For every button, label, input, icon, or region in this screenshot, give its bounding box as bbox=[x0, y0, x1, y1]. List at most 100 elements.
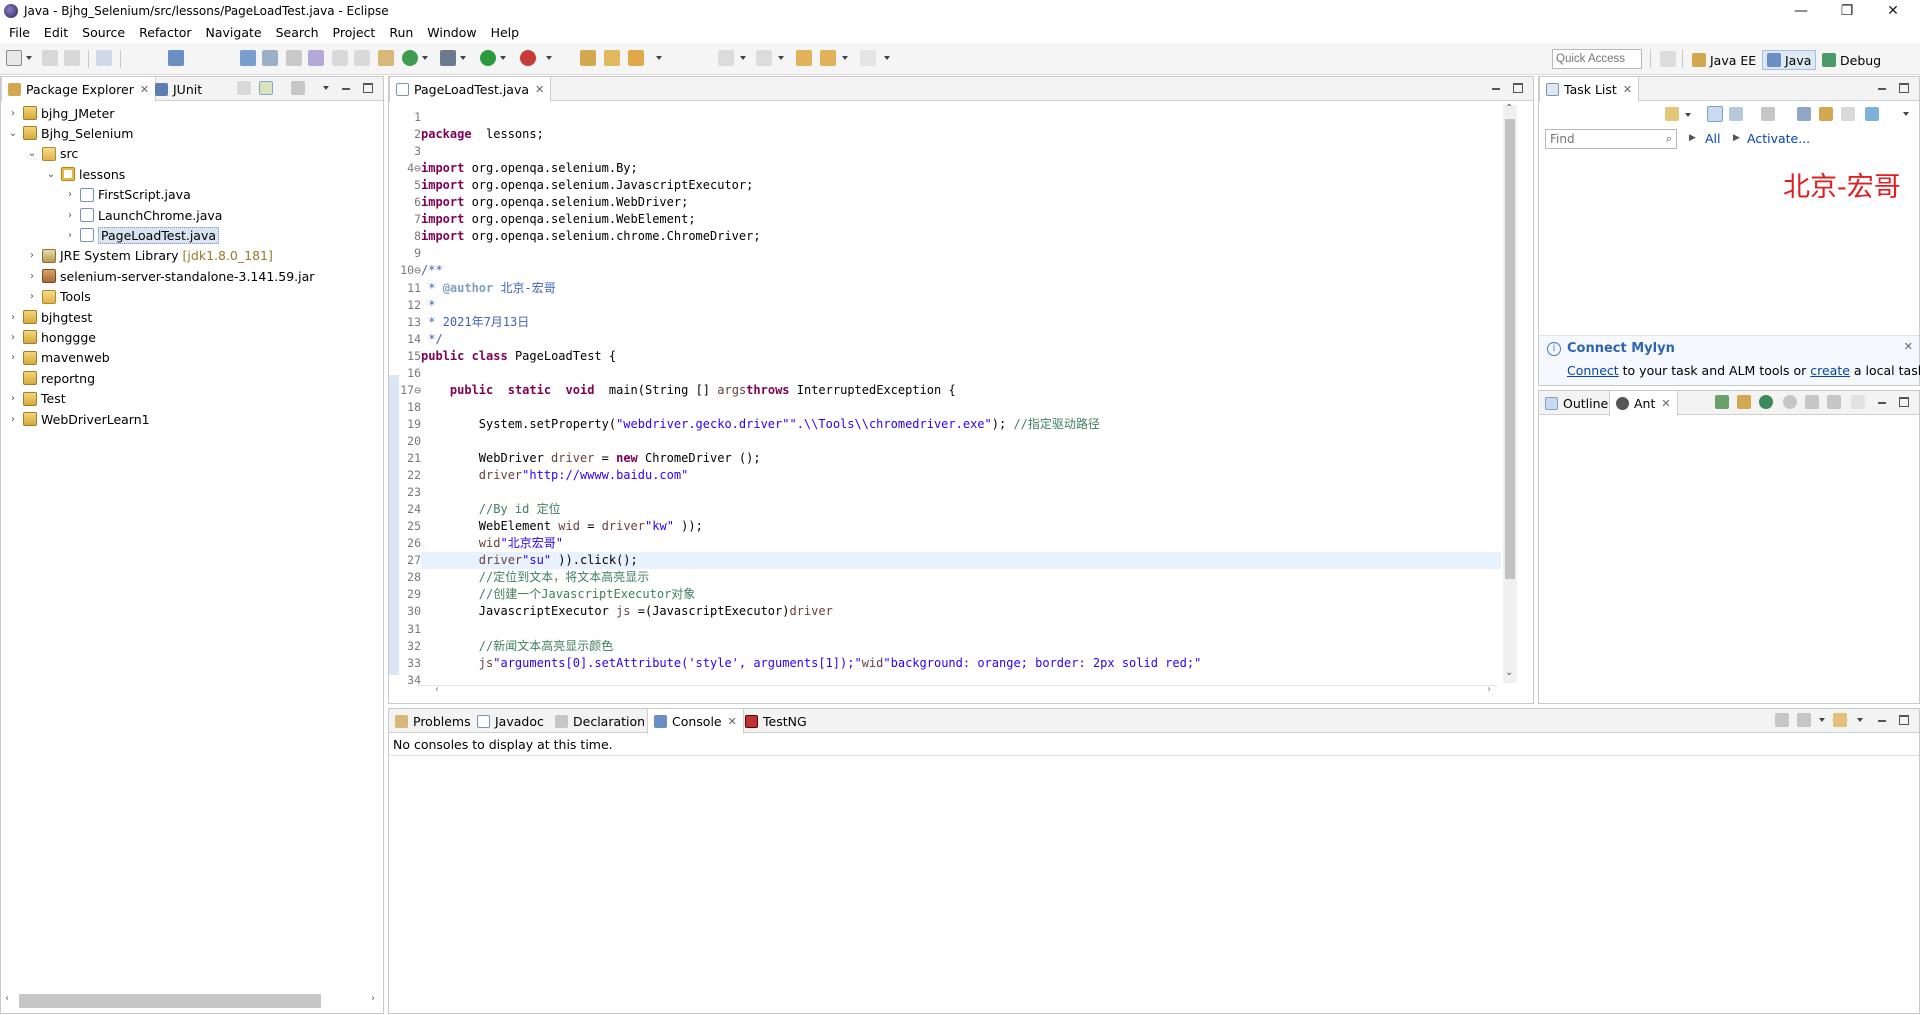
tab-task-list[interactable]: Task List ✕ bbox=[1539, 77, 1640, 102]
run-target-icon[interactable] bbox=[1783, 395, 1797, 409]
collapsed-chevron-icon[interactable]: › bbox=[26, 271, 38, 282]
minimize-view-icon[interactable] bbox=[1877, 397, 1887, 407]
tab-console[interactable]: Console ✕ bbox=[647, 709, 744, 734]
scheduled-icon[interactable] bbox=[1729, 107, 1743, 121]
close-tab-icon[interactable]: ✕ bbox=[728, 715, 737, 728]
scroll-up-icon[interactable]: ⌃ bbox=[1505, 103, 1513, 114]
find-box[interactable]: ⌕ bbox=[1545, 129, 1677, 149]
perspective-java[interactable]: Java bbox=[1762, 50, 1817, 70]
tab-testng[interactable]: TestNG bbox=[739, 709, 813, 733]
save-icon[interactable] bbox=[42, 50, 58, 66]
menu-source[interactable]: Source bbox=[75, 25, 132, 40]
link-with-editor-icon[interactable] bbox=[259, 81, 273, 95]
tree-item[interactable]: › bjhg_JMeter bbox=[1, 103, 114, 123]
expanded-chevron-icon[interactable]: ⌄ bbox=[26, 148, 38, 159]
minimize-view-icon[interactable] bbox=[1877, 83, 1887, 93]
collapsed-chevron-icon[interactable]: › bbox=[7, 414, 19, 425]
view-menu-icon[interactable] bbox=[323, 86, 329, 90]
collapse-all-icon[interactable] bbox=[1851, 395, 1865, 409]
tree-item[interactable]: › WebDriverLearn1 bbox=[1, 409, 150, 429]
scroll-left-icon[interactable]: ‹ bbox=[5, 993, 9, 1004]
link-icon[interactable] bbox=[1865, 107, 1879, 121]
display-console-dropdown-icon[interactable] bbox=[1819, 718, 1825, 722]
open-resource-icon[interactable] bbox=[604, 50, 620, 66]
back-dropdown-icon[interactable] bbox=[842, 56, 848, 60]
focus-on-workweek-icon[interactable] bbox=[1761, 107, 1775, 121]
scroll-down-icon[interactable]: ⌄ bbox=[1505, 667, 1513, 678]
categorized-icon[interactable] bbox=[1707, 106, 1723, 122]
new-task-icon[interactable] bbox=[1665, 107, 1679, 121]
collapsed-chevron-icon[interactable]: › bbox=[7, 312, 19, 323]
tree-item[interactable]: › JRE System Library [jdk1.8.0_181] bbox=[1, 246, 273, 266]
launch-config-icon[interactable] bbox=[308, 50, 324, 66]
last-edit-icon[interactable] bbox=[796, 50, 812, 66]
connect-link[interactable]: Connect bbox=[1567, 363, 1619, 378]
scroll-right-icon[interactable]: › bbox=[1487, 684, 1491, 695]
collapsed-chevron-icon[interactable]: › bbox=[7, 352, 19, 363]
focus-icon[interactable] bbox=[291, 81, 305, 95]
tab-ant[interactable]: Ant ✕ bbox=[1609, 391, 1678, 416]
debug-dropdown-icon[interactable] bbox=[460, 56, 466, 60]
open-perspective-icon[interactable] bbox=[1660, 51, 1676, 67]
maximize-view-icon[interactable] bbox=[363, 83, 373, 93]
toggle-mark-icon[interactable] bbox=[262, 50, 278, 66]
save-all-icon[interactable] bbox=[64, 50, 80, 66]
search-tool-icon[interactable] bbox=[628, 50, 644, 66]
forward-icon[interactable] bbox=[860, 50, 876, 66]
tree-item[interactable]: › Test bbox=[1, 389, 66, 409]
menu-search[interactable]: Search bbox=[269, 25, 326, 40]
hide-internal-icon[interactable] bbox=[1759, 395, 1773, 409]
menu-file[interactable]: File bbox=[2, 25, 37, 40]
editor-vertical-scrollbar[interactable] bbox=[1503, 105, 1517, 683]
next-annotation-dropdown-icon[interactable] bbox=[740, 56, 746, 60]
remove-all-icon[interactable] bbox=[1827, 395, 1841, 409]
collapsed-chevron-icon[interactable]: › bbox=[64, 210, 76, 221]
tree-item[interactable]: › mavenweb bbox=[1, 348, 110, 368]
collapsed-chevron-icon[interactable]: › bbox=[7, 108, 19, 119]
collapse-all-icon[interactable] bbox=[1841, 107, 1855, 121]
view-menu-icon[interactable] bbox=[1903, 112, 1909, 116]
block-icon[interactable] bbox=[332, 50, 348, 66]
new-dropdown-icon[interactable] bbox=[26, 56, 32, 60]
collapse-all-icon[interactable] bbox=[237, 81, 251, 95]
menu-run[interactable]: Run bbox=[382, 25, 420, 40]
maximize-view-icon[interactable] bbox=[1899, 397, 1909, 407]
menu-navigate[interactable]: Navigate bbox=[199, 25, 269, 40]
collapsed-chevron-icon[interactable]: › bbox=[64, 189, 76, 200]
tree-item[interactable]: › LaunchChrome.java bbox=[1, 205, 222, 225]
run-dropdown-icon[interactable] bbox=[500, 56, 506, 60]
scroll-right-icon[interactable]: › bbox=[371, 993, 375, 1004]
back-icon[interactable] bbox=[820, 50, 836, 66]
tree-item[interactable]: › FirstScript.java bbox=[1, 185, 191, 205]
editor-horizontal-scrollbar[interactable] bbox=[417, 685, 1497, 699]
tree-item[interactable]: › bjhgtest bbox=[1, 307, 92, 327]
print-icon[interactable] bbox=[96, 50, 112, 66]
menu-window[interactable]: Window bbox=[420, 25, 483, 40]
scroll-left-icon[interactable]: ‹ bbox=[435, 684, 439, 695]
menu-edit[interactable]: Edit bbox=[37, 25, 75, 40]
synchronize-icon[interactable] bbox=[1819, 107, 1833, 121]
tree-item[interactable]: › selenium-server-standalone-3.141.59.jar bbox=[1, 266, 314, 286]
perspective-java-ee[interactable]: Java EE bbox=[1688, 50, 1760, 70]
add-buildfile-icon[interactable] bbox=[1715, 395, 1729, 409]
remove-icon[interactable] bbox=[1805, 395, 1819, 409]
tree-item[interactable]: › honggge bbox=[1, 327, 96, 347]
expanded-chevron-icon[interactable]: ⌄ bbox=[7, 128, 19, 139]
filter-all-link[interactable]: All bbox=[1705, 131, 1721, 146]
maximize-view-icon[interactable] bbox=[1899, 715, 1909, 725]
collapsed-chevron-icon[interactable]: › bbox=[64, 230, 76, 241]
create-link[interactable]: create bbox=[1810, 363, 1850, 378]
refresh-icon[interactable] bbox=[402, 50, 418, 66]
tab-pageloadtest-java[interactable]: PageLoadTest.java ✕ bbox=[389, 77, 552, 102]
display-console-icon[interactable] bbox=[1797, 713, 1811, 727]
perspective-debug[interactable]: Debug bbox=[1818, 50, 1885, 70]
tree-item[interactable]: ⌄ lessons bbox=[1, 164, 125, 184]
quick-access-input[interactable] bbox=[1552, 49, 1642, 69]
new-task-dropdown-icon[interactable] bbox=[1685, 113, 1691, 117]
close-tab-icon[interactable]: ✕ bbox=[1661, 397, 1670, 410]
open-console-icon[interactable] bbox=[1833, 713, 1847, 727]
external-tools-icon[interactable] bbox=[520, 50, 536, 66]
tree-item[interactable]: ⌄ src bbox=[1, 144, 78, 164]
minimize-view-icon[interactable] bbox=[1877, 715, 1887, 725]
terminal-icon[interactable] bbox=[168, 50, 184, 66]
